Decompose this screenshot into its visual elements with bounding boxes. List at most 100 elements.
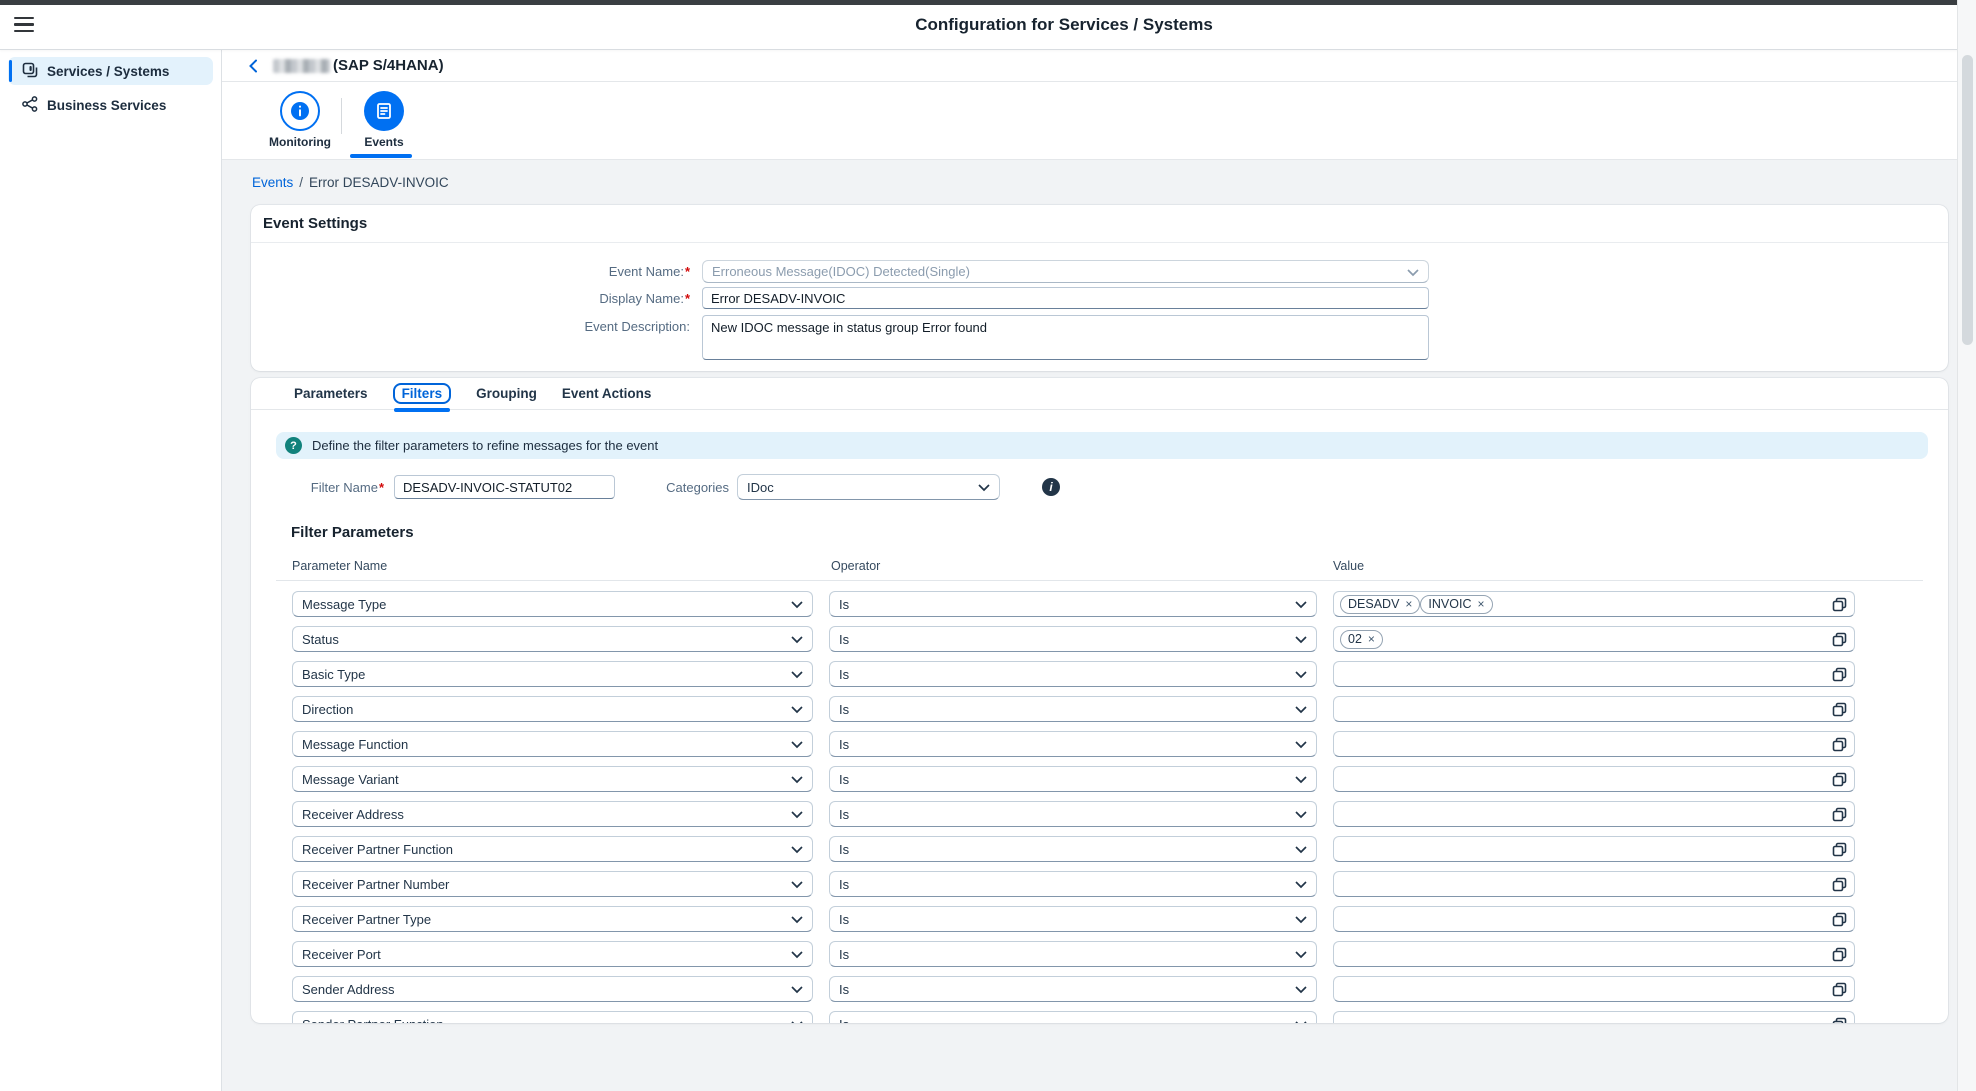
value-help-icon[interactable] xyxy=(1832,702,1847,722)
operator-select[interactable]: Is xyxy=(829,626,1317,652)
operator-select[interactable]: Is xyxy=(829,696,1317,722)
value-input[interactable] xyxy=(1333,801,1855,827)
chevron-down-icon xyxy=(791,772,803,787)
value-help-icon[interactable] xyxy=(1832,842,1847,862)
value-input[interactable] xyxy=(1333,696,1855,722)
tab-grouping[interactable]: Grouping xyxy=(476,386,537,401)
operator-select[interactable]: Is xyxy=(829,871,1317,897)
event-name-select[interactable]: Erroneous Message(IDOC) Detected(Single) xyxy=(702,260,1429,283)
operator-select[interactable]: Is xyxy=(829,906,1317,932)
value-input[interactable] xyxy=(1333,731,1855,757)
icon-tab-monitoring[interactable]: Monitoring xyxy=(255,91,345,149)
parameter-name-select[interactable]: Receiver Partner Number xyxy=(292,871,813,897)
filter-name-label: Filter Name* xyxy=(276,480,384,495)
value-input[interactable]: DESADV×INVOIC× xyxy=(1333,591,1855,617)
parameter-name-select[interactable]: Message Type xyxy=(292,591,813,617)
parameter-name-value: Sender Address xyxy=(302,982,395,997)
parameter-name-value: Message Type xyxy=(302,597,386,612)
icon-tab-events[interactable]: Events xyxy=(339,91,429,149)
operator-select[interactable]: Is xyxy=(829,801,1317,827)
value-input[interactable] xyxy=(1333,661,1855,687)
operator-select[interactable]: Is xyxy=(829,976,1317,1002)
value-help-icon[interactable] xyxy=(1832,1017,1847,1023)
parameter-name-select[interactable]: Receiver Port xyxy=(292,941,813,967)
value-help-icon[interactable] xyxy=(1832,982,1847,1002)
value-input[interactable] xyxy=(1333,766,1855,792)
value-token: 02× xyxy=(1340,630,1383,649)
parameter-name-select[interactable]: Sender Address xyxy=(292,976,813,1002)
hamburger-menu-icon[interactable] xyxy=(14,17,34,33)
chevron-down-icon xyxy=(1407,264,1419,279)
value-input[interactable] xyxy=(1333,941,1855,967)
operator-value: Is xyxy=(839,807,849,822)
operator-select[interactable]: Is xyxy=(829,766,1317,792)
value-input[interactable] xyxy=(1333,836,1855,862)
parameter-name-select[interactable]: Status xyxy=(292,626,813,652)
value-input[interactable] xyxy=(1333,1011,1855,1023)
table-row: Receiver Address Is xyxy=(251,801,1948,836)
tab-event-actions[interactable]: Event Actions xyxy=(562,386,652,401)
parameter-name-select[interactable]: Direction xyxy=(292,696,813,722)
value-help-icon[interactable] xyxy=(1832,947,1847,967)
value-help-icon[interactable] xyxy=(1832,667,1847,687)
chevron-down-icon xyxy=(1295,982,1307,997)
scrollbar-thumb[interactable] xyxy=(1962,55,1973,345)
value-input[interactable] xyxy=(1333,871,1855,897)
token-remove-icon[interactable]: × xyxy=(1477,598,1484,610)
parameter-name-select[interactable]: Basic Type xyxy=(292,661,813,687)
parameter-name-value: Direction xyxy=(302,702,353,717)
object-page-header: (SAP S/4HANA) xyxy=(222,50,1957,82)
chevron-down-icon xyxy=(1295,632,1307,647)
value-help-icon[interactable] xyxy=(1832,877,1847,897)
event-description-textarea[interactable]: New IDOC message in status group Error f… xyxy=(702,315,1429,360)
value-help-icon[interactable] xyxy=(1832,772,1847,792)
navigation-sidebar: Services / Systems Business Services xyxy=(0,50,222,1091)
categories-label: Categories xyxy=(639,480,729,495)
sidebar-item-services-systems[interactable]: Services / Systems xyxy=(8,57,213,85)
token-remove-icon[interactable]: × xyxy=(1405,598,1412,610)
vertical-scrollbar[interactable] xyxy=(1957,0,1976,1091)
parameter-name-select[interactable]: Receiver Address xyxy=(292,801,813,827)
app-header-bar: Configuration for Services / Systems xyxy=(0,0,1976,50)
parameter-name-select[interactable]: Message Function xyxy=(292,731,813,757)
value-input[interactable] xyxy=(1333,976,1855,1002)
info-icon[interactable]: i xyxy=(1042,478,1060,496)
display-name-input[interactable] xyxy=(702,287,1429,309)
parameter-name-select[interactable]: Receiver Partner Type xyxy=(292,906,813,932)
chevron-down-icon xyxy=(791,667,803,682)
value-input[interactable]: 02× xyxy=(1333,626,1855,652)
parameter-name-select[interactable]: Receiver Partner Function xyxy=(292,836,813,862)
operator-select[interactable]: Is xyxy=(829,836,1317,862)
operator-value: Is xyxy=(839,597,849,612)
filter-name-input[interactable] xyxy=(394,475,615,499)
operator-select[interactable]: Is xyxy=(829,1011,1317,1023)
breadcrumb-link-events[interactable]: Events xyxy=(252,175,293,190)
categories-select[interactable]: IDoc xyxy=(737,474,1000,500)
operator-select[interactable]: Is xyxy=(829,591,1317,617)
parameter-name-select[interactable]: Sender Partner Function xyxy=(292,1011,813,1023)
main-content: (SAP S/4HANA) Monitoring Events Events / xyxy=(222,50,1957,1091)
chevron-down-icon xyxy=(791,1017,803,1024)
redacted-system-name xyxy=(273,59,330,73)
table-row: Receiver Port Is xyxy=(251,941,1948,976)
configuration-screen: Configuration for Services / Systems Ser… xyxy=(0,0,1976,1091)
back-button[interactable] xyxy=(242,55,264,77)
token-remove-icon[interactable]: × xyxy=(1368,633,1375,645)
tab-strip: Parameters Filters Grouping Event Action… xyxy=(251,378,1948,410)
value-input[interactable] xyxy=(1333,906,1855,932)
column-parameter-name: Parameter Name xyxy=(292,559,387,573)
sidebar-item-business-services[interactable]: Business Services xyxy=(8,91,213,119)
operator-select[interactable]: Is xyxy=(829,941,1317,967)
breadcrumb-current: Error DESADV-INVOIC xyxy=(309,175,449,190)
required-marker: * xyxy=(379,480,384,495)
value-help-icon[interactable] xyxy=(1832,737,1847,757)
value-help-icon[interactable] xyxy=(1832,632,1847,652)
tab-parameters[interactable]: Parameters xyxy=(294,386,368,401)
tab-filters[interactable]: Filters xyxy=(393,383,452,404)
parameter-name-select[interactable]: Message Variant xyxy=(292,766,813,792)
value-help-icon[interactable] xyxy=(1832,597,1847,617)
operator-select[interactable]: Is xyxy=(829,661,1317,687)
value-help-icon[interactable] xyxy=(1832,912,1847,932)
value-help-icon[interactable] xyxy=(1832,807,1847,827)
operator-select[interactable]: Is xyxy=(829,731,1317,757)
